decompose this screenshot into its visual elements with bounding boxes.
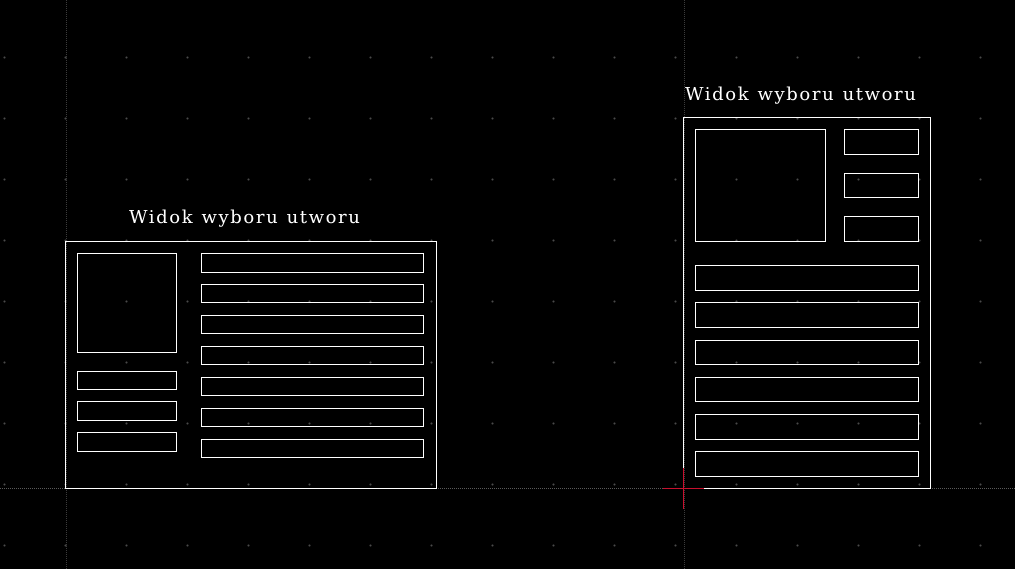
left-track-row-7[interactable] [201, 439, 424, 458]
left-track-row-4[interactable] [201, 346, 424, 365]
right-track-row-4[interactable] [695, 377, 919, 402]
crosshair-vertical-line [683, 468, 684, 509]
right-album-art-placeholder[interactable] [695, 129, 826, 242]
right-info-field-1[interactable] [844, 129, 919, 155]
right-info-field-2[interactable] [844, 173, 919, 198]
left-info-field-2[interactable] [77, 401, 177, 421]
right-frame-title: Widok wyboru utworu [685, 84, 918, 105]
cad-drawing-canvas[interactable]: Widok wyboru utworu Widok wyboru utworu [0, 0, 1015, 569]
right-track-row-1[interactable] [695, 265, 919, 291]
left-info-field-3[interactable] [77, 432, 177, 452]
right-track-row-6[interactable] [695, 451, 919, 477]
right-track-row-2[interactable] [695, 302, 919, 328]
right-track-row-5[interactable] [695, 414, 919, 440]
left-track-row-5[interactable] [201, 377, 424, 396]
crosshair-cursor-icon [663, 468, 704, 509]
right-info-field-3[interactable] [844, 216, 919, 242]
left-info-field-1[interactable] [77, 371, 177, 390]
left-album-art-placeholder[interactable] [77, 253, 177, 353]
left-track-row-1[interactable] [201, 253, 424, 273]
left-track-row-6[interactable] [201, 408, 424, 427]
right-track-row-3[interactable] [695, 340, 919, 365]
left-track-row-3[interactable] [201, 315, 424, 334]
left-frame-title: Widok wyboru utworu [129, 207, 362, 228]
left-track-row-2[interactable] [201, 284, 424, 303]
